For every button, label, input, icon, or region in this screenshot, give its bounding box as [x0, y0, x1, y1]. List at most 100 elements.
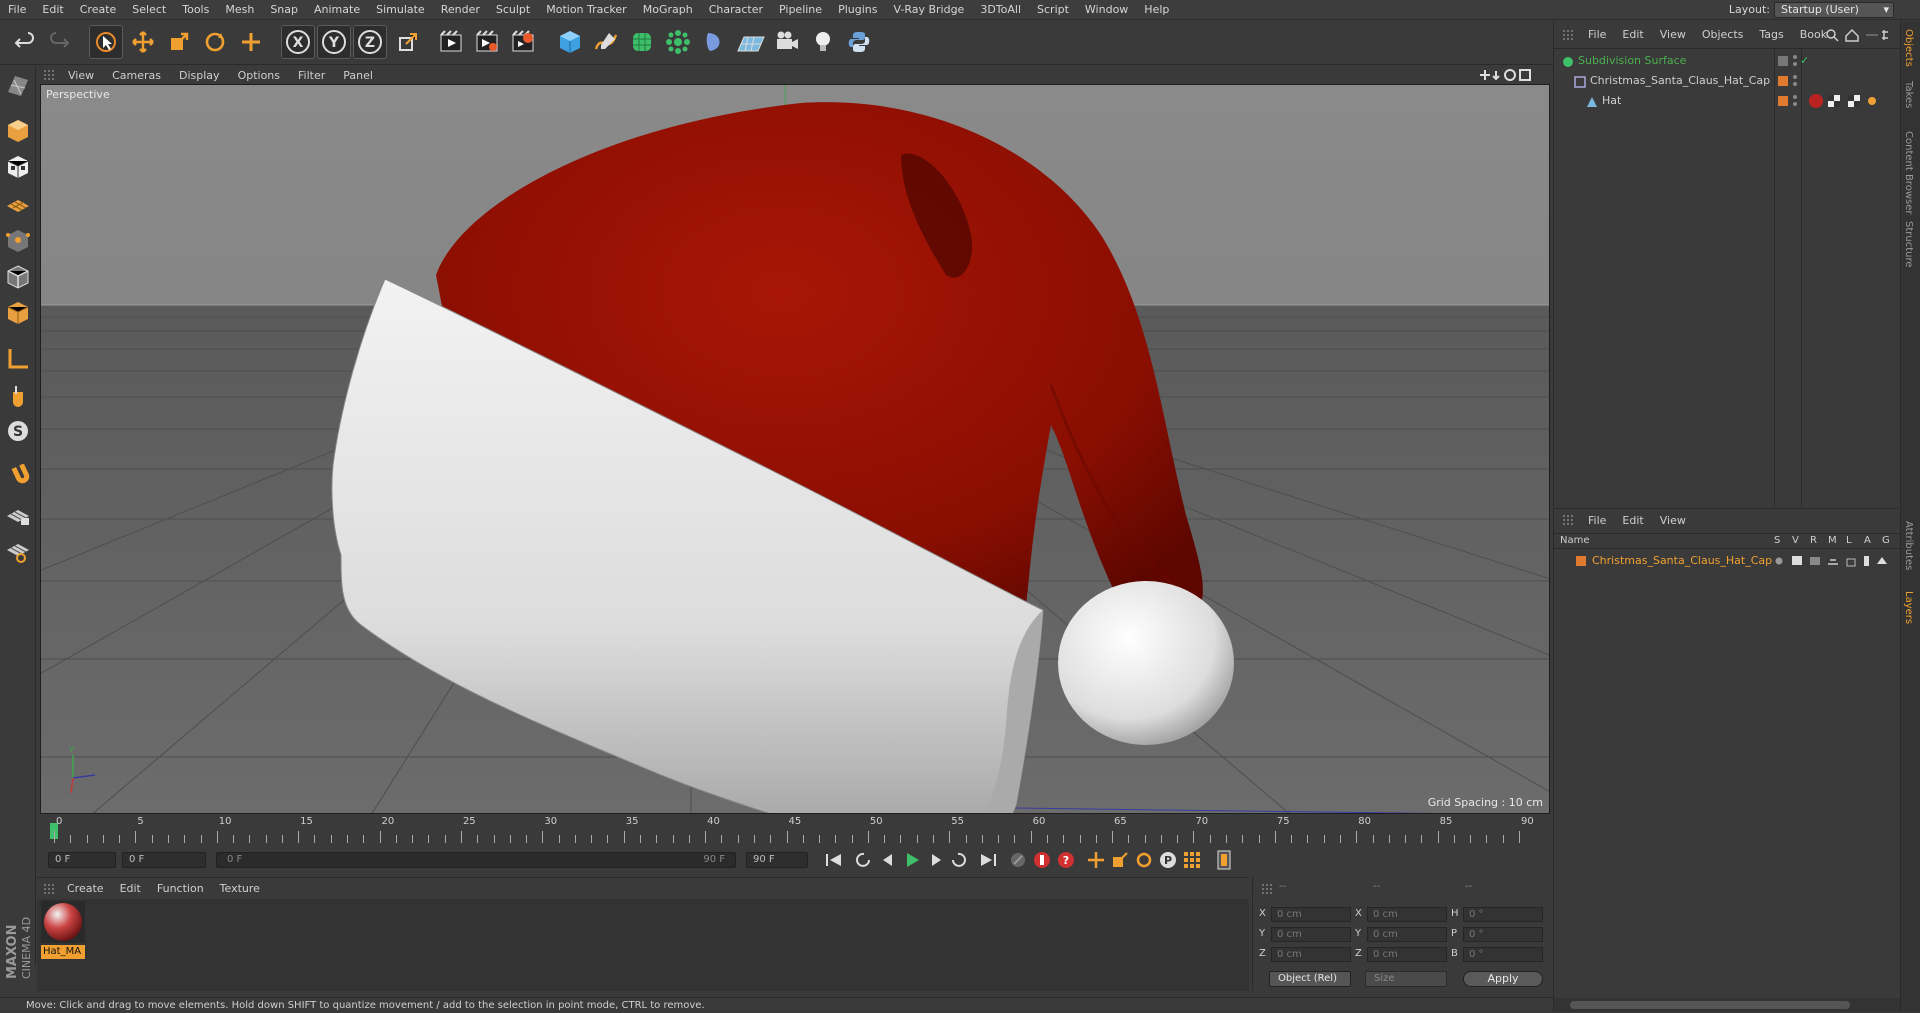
layer-scrollbar[interactable]: [1554, 998, 1900, 1012]
menu-sculpt[interactable]: Sculpt: [488, 0, 538, 20]
go-to-end-icon[interactable]: [976, 849, 1000, 871]
snap-icon[interactable]: S: [3, 416, 33, 446]
prev-frame-icon[interactable]: [876, 849, 900, 871]
cube-primitive-icon[interactable]: [553, 25, 587, 59]
menu-plugins[interactable]: Plugins: [830, 0, 885, 20]
render-view-icon[interactable]: [434, 25, 468, 59]
material-menu-function[interactable]: Function: [149, 882, 212, 895]
next-key-icon[interactable]: [946, 849, 970, 871]
key-parameter-icon[interactable]: P: [1156, 849, 1180, 871]
layer-column-m[interactable]: M: [1828, 534, 1837, 548]
side-tab-structure[interactable]: Structure: [1903, 221, 1914, 268]
y-axis-icon[interactable]: Y: [317, 25, 351, 59]
menu-animate[interactable]: Animate: [306, 0, 368, 20]
menu-v-ray-bridge[interactable]: V-Ray Bridge: [885, 0, 972, 20]
camera-icon[interactable]: [770, 25, 804, 59]
layer-menu-view[interactable]: View: [1652, 514, 1694, 527]
coord-field[interactable]: 0 °: [1463, 947, 1543, 962]
subdivision-nurbs-icon[interactable]: [625, 25, 659, 59]
make-editable-icon[interactable]: [3, 70, 33, 100]
material-swatch-hat[interactable]: Hat_MA: [41, 901, 85, 959]
layer-color-swatch[interactable]: [1576, 556, 1586, 566]
render-settings-icon[interactable]: [506, 25, 540, 59]
coord-field[interactable]: 0 cm: [1367, 947, 1447, 962]
menu-character[interactable]: Character: [701, 0, 771, 20]
play-icon[interactable]: [900, 849, 924, 871]
record-keys-icon[interactable]: [1030, 849, 1054, 871]
viewport-menu-cameras[interactable]: Cameras: [103, 69, 170, 82]
menu-render[interactable]: Render: [433, 0, 488, 20]
side-tab-objects[interactable]: Objects: [1903, 29, 1914, 67]
move-icon[interactable]: [126, 25, 160, 59]
coord-field[interactable]: 0 cm: [1271, 907, 1351, 922]
coord-field[interactable]: 0 cm: [1367, 927, 1447, 942]
menu-simulate[interactable]: Simulate: [368, 0, 433, 20]
object-menu-edit[interactable]: Edit: [1614, 28, 1651, 41]
timeline-window-icon[interactable]: [1212, 849, 1236, 871]
motion-record-icon[interactable]: [1006, 849, 1030, 871]
layer-column-g[interactable]: G: [1882, 534, 1890, 548]
workplane-icon[interactable]: [3, 188, 33, 218]
object-menu-objects[interactable]: Objects: [1694, 28, 1752, 41]
material-menu-texture[interactable]: Texture: [212, 882, 268, 895]
object-row[interactable]: Hat: [1554, 91, 1900, 111]
z-axis-icon[interactable]: Z: [353, 25, 387, 59]
object-menu-tags[interactable]: Tags: [1751, 28, 1791, 41]
redo-icon[interactable]: [42, 25, 76, 59]
menu-window[interactable]: Window: [1077, 0, 1136, 20]
magnet-icon[interactable]: [3, 462, 33, 492]
layer-menu-file[interactable]: File: [1580, 514, 1614, 527]
menu-script[interactable]: Script: [1029, 0, 1077, 20]
menu-select[interactable]: Select: [124, 0, 174, 20]
coord-field[interactable]: 0 °: [1463, 927, 1543, 942]
python-icon[interactable]: [842, 25, 876, 59]
points-mode-icon[interactable]: [3, 226, 33, 256]
viewport-menu-display[interactable]: Display: [170, 69, 229, 82]
side-tab-layers[interactable]: Layers: [1903, 591, 1914, 624]
side-tab-content-browser[interactable]: Content Browser: [1903, 131, 1914, 214]
menu-create[interactable]: Create: [72, 0, 125, 20]
layer-column-l[interactable]: L: [1846, 534, 1852, 548]
lock-workplane-icon[interactable]: [3, 500, 33, 530]
viewport-menu-view[interactable]: View: [59, 69, 103, 82]
key-pla-icon[interactable]: [1180, 849, 1204, 871]
material-tags-icon[interactable]: [1808, 93, 1888, 116]
coord-field[interactable]: 0 cm: [1271, 927, 1351, 942]
edges-mode-icon[interactable]: [3, 262, 33, 292]
planar-workplane-icon[interactable]: [3, 536, 33, 566]
menu-edit[interactable]: Edit: [34, 0, 71, 20]
layer-menu-edit[interactable]: Edit: [1614, 514, 1651, 527]
menu-motion-tracker[interactable]: Motion Tracker: [538, 0, 634, 20]
select-arrow-icon[interactable]: [89, 25, 123, 59]
menu-3dtoall[interactable]: 3DToAll: [972, 0, 1029, 20]
menu-mesh[interactable]: Mesh: [217, 0, 262, 20]
prev-key-icon[interactable]: [852, 849, 876, 871]
key-rotation-icon[interactable]: [1132, 849, 1156, 871]
layer-toggle-icons[interactable]: [1774, 554, 1900, 575]
enabled-check-icon[interactable]: ✓: [1800, 51, 1809, 71]
deformer-icon[interactable]: [698, 25, 732, 59]
tweak-mode-icon[interactable]: [3, 380, 33, 410]
size-mode-select[interactable]: Size: [1365, 971, 1447, 987]
model-mode-icon[interactable]: [3, 116, 33, 146]
key-position-icon[interactable]: [1084, 849, 1108, 871]
x-axis-icon[interactable]: X: [281, 25, 315, 59]
start-frame-field[interactable]: 0 F: [122, 852, 206, 868]
polygons-mode-icon[interactable]: [3, 298, 33, 328]
side-tab-takes[interactable]: Takes: [1903, 81, 1914, 108]
texture-mode-icon[interactable]: [3, 152, 33, 182]
key-scale-icon[interactable]: [1108, 849, 1132, 871]
layer-column-v[interactable]: V: [1792, 534, 1799, 548]
viewport-menu-panel[interactable]: Panel: [334, 69, 382, 82]
current-frame-field[interactable]: 0 F: [48, 852, 116, 868]
layer-scrollbar-thumb[interactable]: [1570, 1001, 1850, 1009]
go-to-start-icon[interactable]: [822, 849, 846, 871]
layer-column-a[interactable]: A: [1864, 534, 1871, 548]
material-menu-create[interactable]: Create: [59, 882, 112, 895]
timeline-ruler[interactable]: 0 5 10 15 20 25 30 35 40 45 50 55 60 65 70 75 80 85 90: [40, 815, 1550, 845]
apply-button[interactable]: Apply: [1463, 971, 1543, 987]
layout-select[interactable]: Startup (User): [1774, 2, 1894, 18]
menu-mograph[interactable]: MoGraph: [635, 0, 701, 20]
scale-icon[interactable]: [162, 25, 196, 59]
visibility-dots-icon[interactable]: [1792, 94, 1798, 115]
